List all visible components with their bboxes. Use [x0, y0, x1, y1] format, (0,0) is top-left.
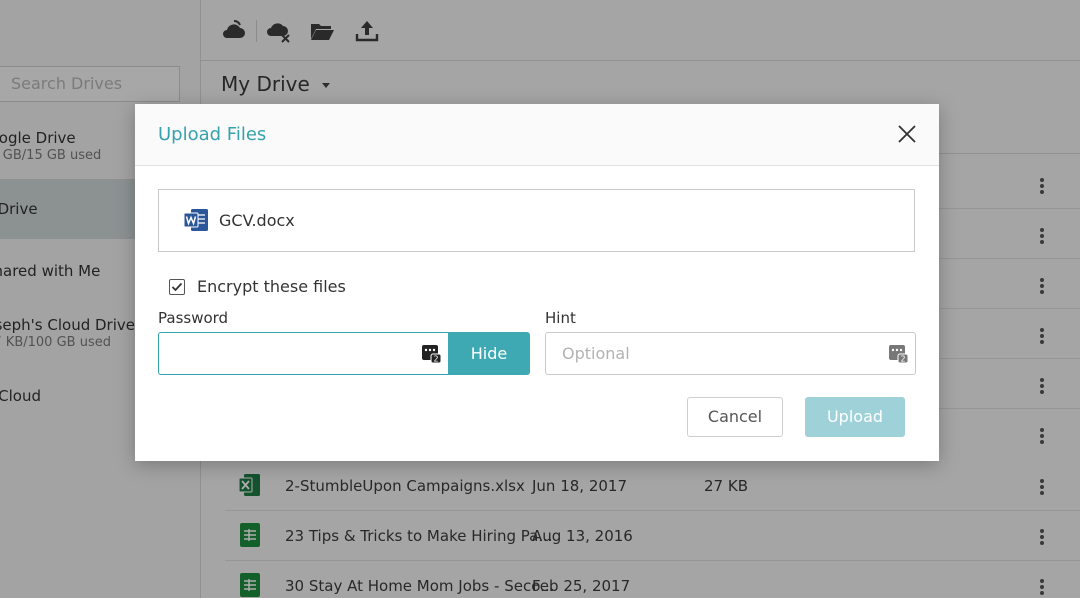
password-field-group: 2 Hide [158, 332, 530, 375]
upload-files-dialog: Upload Files GCV.docx Encrypt these file… [135, 104, 939, 461]
hint-input[interactable] [545, 332, 916, 375]
password-manager-icon[interactable]: 2 [889, 344, 909, 364]
close-icon[interactable] [895, 122, 919, 146]
cancel-button[interactable]: Cancel [687, 397, 783, 437]
encrypt-files-checkbox[interactable]: Encrypt these files [169, 277, 346, 296]
password-input[interactable] [158, 332, 448, 375]
checkbox[interactable] [169, 278, 185, 295]
encrypt-files-label: Encrypt these files [197, 277, 346, 296]
svg-text:2: 2 [900, 355, 905, 364]
upload-button[interactable]: Upload [805, 397, 905, 437]
hide-password-button[interactable]: Hide [448, 332, 530, 375]
password-label: Password [158, 309, 229, 327]
hint-label: Hint [545, 309, 576, 327]
password-manager-icon[interactable]: 2 [422, 344, 442, 364]
dialog-header: Upload Files [135, 104, 939, 166]
selected-file-name: GCV.docx [219, 211, 295, 230]
checkmark-icon [171, 282, 183, 291]
svg-text:2: 2 [433, 355, 438, 364]
selected-file-box: GCV.docx [158, 189, 915, 252]
word-file-icon [183, 209, 208, 231]
dialog-title: Upload Files [158, 124, 267, 145]
